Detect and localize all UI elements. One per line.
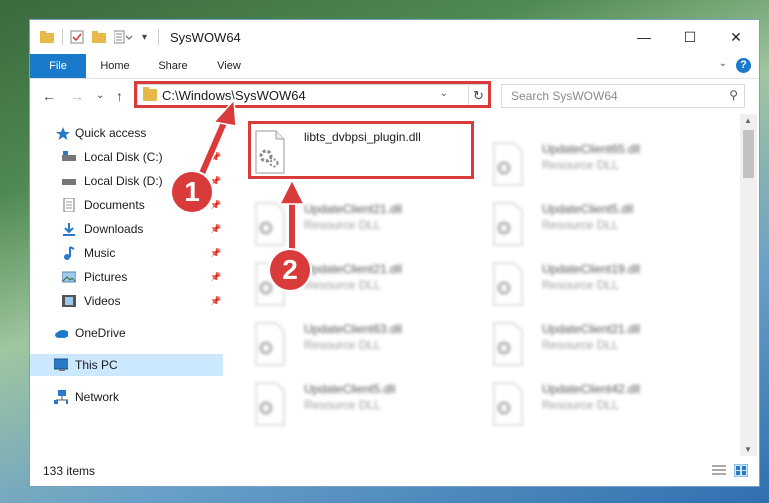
annotation-arrows bbox=[195, 98, 306, 258]
step-badge-2: 2 bbox=[270, 250, 310, 290]
step-badge-1: 1 bbox=[172, 172, 212, 212]
arrow-1 bbox=[195, 98, 237, 180]
arrow-2 bbox=[278, 178, 306, 258]
